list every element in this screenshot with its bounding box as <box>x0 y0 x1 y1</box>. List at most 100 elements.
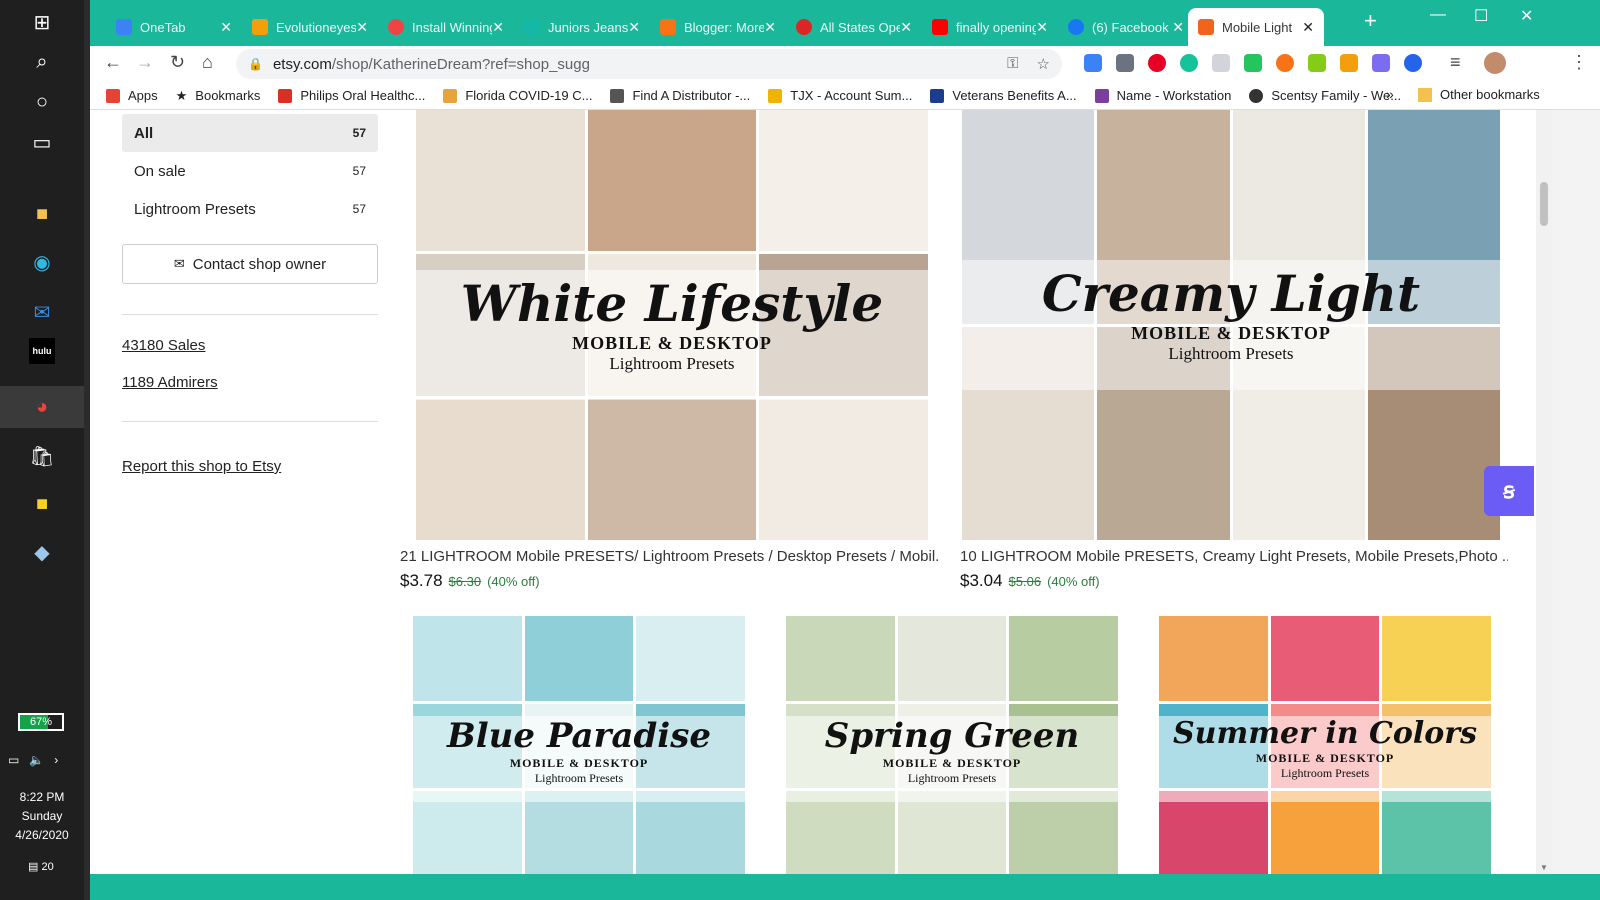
power-icon[interactable]: ▭ <box>8 753 19 767</box>
app-icon[interactable]: ◆ <box>22 532 62 572</box>
admirers-link[interactable]: 1189 Admirers <box>122 374 378 391</box>
bookmark-veterans[interactable]: Veterans Benefits A... <box>930 88 1077 103</box>
extension-icon[interactable] <box>1372 54 1390 72</box>
listing-title[interactable]: 21 LIGHTROOM Mobile PRESETS/ Lightroom P… <box>400 548 940 565</box>
close-icon[interactable]: ✕ <box>220 19 232 36</box>
section-all[interactable]: All 57 <box>122 114 378 152</box>
extension-icon[interactable] <box>1276 54 1294 72</box>
search-icon[interactable]: ⌕ <box>22 42 62 82</box>
listing-image[interactable]: Blue Paradise MOBILE & DESKTOP Lightroom… <box>413 616 745 874</box>
tab-juniors[interactable]: Juniors Jeans ✕ <box>514 8 650 46</box>
battery-indicator[interactable]: 67% <box>18 713 64 731</box>
listing-card[interactable]: Spring Green MOBILE & DESKTOP Lightroom … <box>786 616 1118 874</box>
listing-title[interactable]: 10 LIGHTROOM Mobile PRESETS, Creamy Ligh… <box>960 548 1508 565</box>
cortana-icon[interactable]: ○ <box>22 82 62 122</box>
bookmark-find-distributor[interactable]: Find A Distributor -... <box>610 88 750 103</box>
tab-install[interactable]: Install Winning ✕ <box>378 8 514 46</box>
maximize-button[interactable]: ☐ <box>1474 6 1488 26</box>
window-close-button[interactable]: ✕ <box>1520 6 1533 26</box>
listing-card[interactable]: White Lifestyle MOBILE & DESKTOP Lightro… <box>400 110 940 591</box>
clock-date: 4/26/2020 <box>15 828 69 842</box>
extension-icon[interactable] <box>1404 54 1422 72</box>
lock-icon[interactable]: 🔒 <box>248 57 263 71</box>
listing-card[interactable]: Summer in Colors MOBILE & DESKTOP Lightr… <box>1159 616 1491 874</box>
key-icon[interactable]: ⚿ <box>1007 55 1018 73</box>
bookmark-apps[interactable]: Apps <box>106 88 158 103</box>
chrome-menu-icon[interactable]: ⋮ <box>1570 52 1588 73</box>
listing-card[interactable]: Blue Paradise MOBILE & DESKTOP Lightroom… <box>413 616 745 874</box>
close-icon[interactable]: ✕ <box>492 19 504 36</box>
reload-icon[interactable]: ↻ <box>170 52 185 73</box>
scroll-down-arrow-icon[interactable]: ▼ <box>1540 863 1548 872</box>
bookmarks-overflow-button[interactable]: » <box>1386 86 1394 102</box>
windows-start-icon[interactable]: ⊞ <box>22 2 62 42</box>
hulu-icon[interactable]: hulu <box>29 338 55 364</box>
new-tab-button[interactable]: + <box>1364 8 1377 34</box>
bookmark-workstation[interactable]: Name - Workstation <box>1094 88 1231 103</box>
chevron-right-icon[interactable]: › <box>54 753 58 767</box>
listing-image[interactable]: White Lifestyle MOBILE & DESKTOP Lightro… <box>416 110 928 540</box>
file-explorer-icon[interactable]: ■ <box>22 194 62 234</box>
mail-icon[interactable]: ✉ <box>22 292 62 332</box>
page-scrollbar[interactable]: ▼ <box>1536 110 1552 874</box>
close-icon[interactable]: ✕ <box>764 19 776 36</box>
close-icon[interactable]: ✕ <box>1172 19 1184 36</box>
extension-icon[interactable] <box>1244 54 1262 72</box>
tab-facebook[interactable]: (6) Facebook ✕ <box>1058 8 1194 46</box>
bookmark-bookmarks[interactable]: ★ Bookmarks <box>176 88 261 104</box>
notification-count: 20 <box>41 861 54 873</box>
extension-icon[interactable] <box>1116 54 1134 72</box>
other-bookmarks[interactable]: Other bookmarks <box>1418 87 1540 102</box>
volume-icon[interactable]: 🔈 <box>29 753 44 767</box>
bookmark-florida-covid[interactable]: Florida COVID-19 C... <box>443 88 592 103</box>
tab-evolutioneyes[interactable]: Evolutioneyes ✕ <box>242 8 378 46</box>
close-icon[interactable]: ✕ <box>1302 19 1314 36</box>
extension-icon[interactable] <box>1340 54 1358 72</box>
bookmark-favicon-icon <box>768 88 783 103</box>
sales-link[interactable]: 43180 Sales <box>122 337 378 354</box>
tab-allstates[interactable]: All States Open✕ <box>786 8 922 46</box>
task-view-icon[interactable]: ▭ <box>22 122 62 162</box>
back-arrow-icon[interactable]: ← <box>104 52 122 73</box>
extension-icon[interactable] <box>1212 54 1230 72</box>
clock[interactable]: 8:22 PM Sunday 4/26/2020 <box>0 788 84 845</box>
report-shop-link[interactable]: Report this shop to Etsy <box>122 458 378 475</box>
home-icon[interactable]: ⌂ <box>202 52 213 73</box>
edge-browser-icon[interactable]: ◉ <box>22 242 62 282</box>
contact-shop-owner-button[interactable]: ✉ Contact shop owner <box>122 244 378 284</box>
minimize-button[interactable]: — <box>1430 6 1446 24</box>
section-lightroom-presets[interactable]: Lightroom Presets 57 <box>122 190 378 228</box>
close-icon[interactable]: ✕ <box>356 19 368 36</box>
listing-card[interactable]: Creamy Light MOBILE & DESKTOP Lightroom … <box>960 110 1508 591</box>
sidebar-extension-button[interactable]: ꞩ <box>1484 466 1534 516</box>
close-icon[interactable]: ✕ <box>1036 19 1048 36</box>
onetab-extension-icon[interactable] <box>1084 54 1102 72</box>
bookmark-scentsy[interactable]: Scentsy Family - We... <box>1249 88 1401 103</box>
address-bar[interactable]: 🔒 etsy.com/shop/KatherineDream?ref=shop_… <box>236 49 1062 79</box>
extension-icon[interactable] <box>1308 54 1326 72</box>
tab-youtube[interactable]: finally opening ✕ <box>922 8 1058 46</box>
listing-image[interactable]: Spring Green MOBILE & DESKTOP Lightroom … <box>786 616 1118 874</box>
grammarly-extension-icon[interactable] <box>1180 54 1198 72</box>
forward-arrow-icon[interactable]: → <box>136 52 154 73</box>
tab-onetab[interactable]: OneTab ✕ <box>106 8 242 46</box>
sticky-notes-icon[interactable]: ■ <box>22 484 62 524</box>
bookmark-philips[interactable]: Philips Oral Healthc... <box>278 88 425 103</box>
media-control-icon[interactable]: ≡ <box>1450 52 1461 73</box>
section-on-sale[interactable]: On sale 57 <box>122 152 378 190</box>
bookmark-tjx[interactable]: TJX - Account Sum... <box>768 88 912 103</box>
profile-avatar[interactable] <box>1484 52 1506 74</box>
listing-image[interactable]: Summer in Colors MOBILE & DESKTOP Lightr… <box>1159 616 1491 874</box>
store-icon[interactable]: 🛍 <box>22 436 62 476</box>
notification-center-icon[interactable]: ▤ 20 <box>28 860 62 888</box>
scrollbar-thumb[interactable] <box>1540 182 1548 226</box>
pinterest-extension-icon[interactable] <box>1148 54 1166 72</box>
tab-etsy-active[interactable]: Mobile Light ✕ <box>1188 8 1324 46</box>
close-icon[interactable]: ✕ <box>628 19 640 36</box>
chrome-taskbar-icon[interactable]: ◕ <box>0 386 84 428</box>
star-icon[interactable]: ☆ <box>1037 55 1050 73</box>
close-icon[interactable]: ✕ <box>900 19 912 36</box>
tab-blogger[interactable]: Blogger: More ✕ <box>650 8 786 46</box>
tab-title: finally opening <box>956 19 1037 35</box>
listing-image[interactable]: Creamy Light MOBILE & DESKTOP Lightroom … <box>962 110 1500 540</box>
